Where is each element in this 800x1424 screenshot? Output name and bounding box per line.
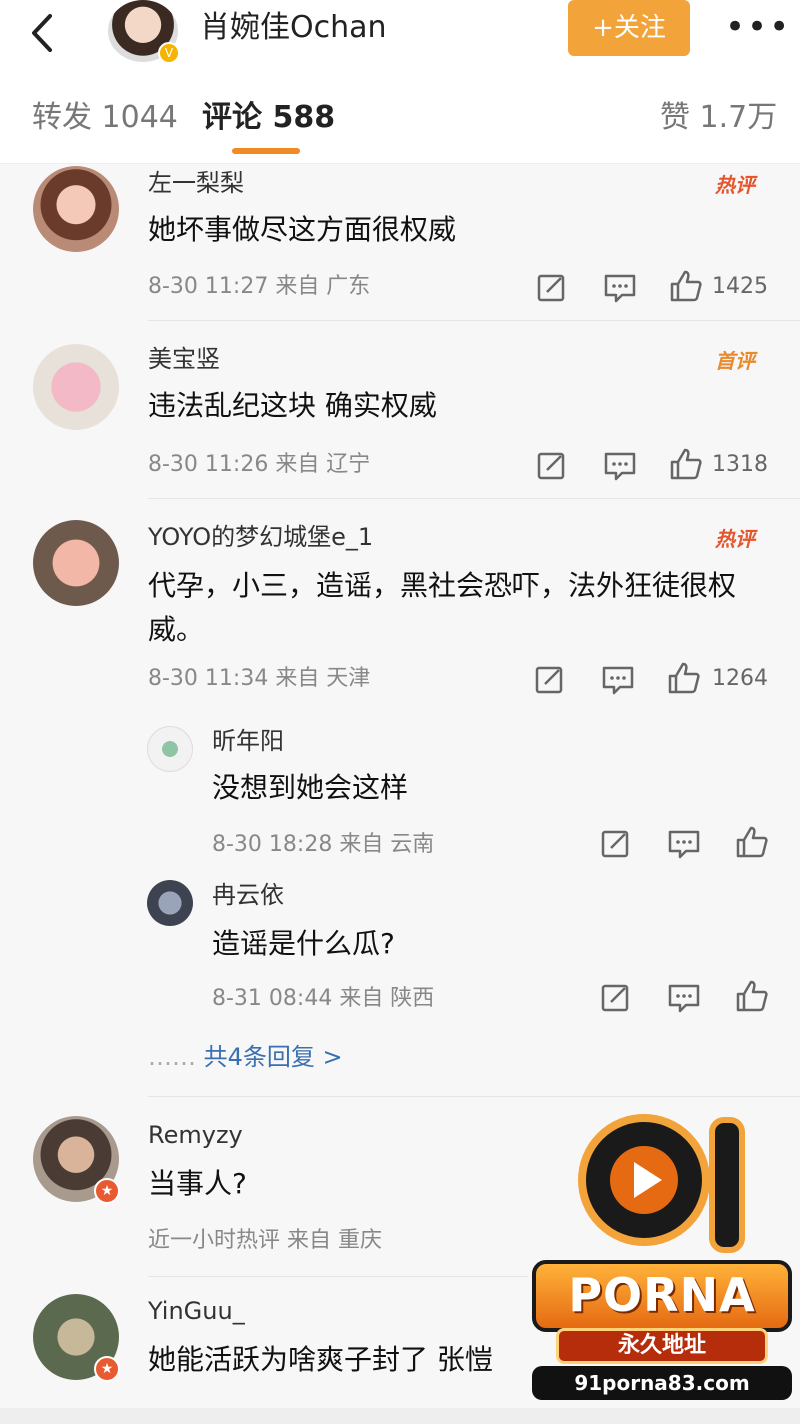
divider [148,1276,528,1277]
comment-meta: 8-30 11:27 来自 广东 [148,274,371,299]
tab-comments[interactable]: 评论 588 [202,96,335,140]
commenter-name[interactable]: 左一梨梨 [148,166,244,200]
like-icon[interactable] [668,446,704,482]
commenter-name[interactable]: YOYO的梦幻城堡e_1 [148,520,373,554]
like-count: 1425 [712,274,768,299]
repost-icon[interactable] [598,826,634,862]
like-icon[interactable] [668,268,704,304]
like-count: 1264 [712,666,768,691]
active-tab-indicator [232,148,300,154]
avatar[interactable] [33,166,119,252]
more-replies-link[interactable]: 共4条回复 > [204,1043,343,1071]
comment-text: 代孕，小三，造谣，黑社会恐吓，法外狂徒很权威。 [148,569,737,646]
fan-badge-icon: ★ [94,1356,120,1382]
like-icon[interactable] [734,978,770,1014]
commenter-name[interactable]: 美宝竖 [148,342,220,376]
stats-tabs: 转发 1044 评论 588 赞 1.7万 [0,72,800,164]
avatar[interactable] [33,344,119,430]
divider [148,498,800,499]
comment-item: 左一梨梨 热评 她坏事做尽这方面很权威 8-30 11:27 来自 广东 142… [0,160,800,320]
avatar[interactable] [147,726,193,772]
watermark-url: 91porna83.com [532,1366,792,1400]
reply-text: 造谣是什么瓜? [212,927,395,960]
like-icon[interactable] [666,660,702,696]
bottom-strip [0,1408,800,1424]
comment-text: 违法乱纪这块 确实权威 [148,389,437,422]
divider [148,1096,800,1097]
repost-icon[interactable] [532,662,568,698]
comment-text: 她坏事做尽这方面很权威 [148,213,457,246]
tab-likes[interactable]: 赞 1.7万 [660,96,777,140]
replier-name[interactable]: 昕年阳 [212,724,284,758]
avatar[interactable] [33,520,119,606]
comment-meta: 近一小时热评 来自 重庆 [148,1228,382,1253]
view-more-replies[interactable]: …… 共4条回复 > [148,1040,343,1074]
follow-button[interactable]: +关注 [568,0,690,56]
reply-icon[interactable] [600,662,636,698]
reply-item: 昕年阳 没想到她会这样 8-30 18:28 来自 云南 [0,722,800,872]
repost-icon[interactable] [534,270,570,306]
repost-icon[interactable] [534,448,570,484]
comment-meta: 8-30 11:34 来自 天津 [148,666,371,691]
replier-name[interactable]: 冉云依 [212,878,284,912]
author-name[interactable]: 肖婉佳Ochan [200,8,387,48]
fan-badge-icon: ★ [94,1178,120,1204]
top-bar: V 肖婉佳Ochan +关注 ••• [0,0,800,72]
avatar[interactable] [147,880,193,926]
reply-icon[interactable] [602,448,638,484]
comment-item: 美宝竖 首评 违法乱纪这块 确实权威 8-30 11:26 来自 辽宁 1318 [0,338,800,498]
verified-badge-icon: V [158,42,180,64]
watermark-logo: PORNA 永久地址 91porna83.com [532,1110,792,1400]
author-avatar[interactable]: V [108,0,180,64]
commenter-name[interactable]: Remyzy [148,1118,243,1152]
back-icon[interactable] [22,8,62,58]
more-dots: …… [148,1043,196,1071]
comment-item: YOYO的梦幻城堡e_1 热评 代孕，小三，造谣，黑社会恐吓，法外狂徒很权威。 … [0,516,800,716]
play-logo-icon [578,1114,745,1253]
reply-icon[interactable] [666,826,702,862]
tab-reposts[interactable]: 转发 1044 [32,96,178,140]
reply-icon[interactable] [602,270,638,306]
watermark-brand: PORNA [532,1260,792,1332]
reply-icon[interactable] [666,980,702,1016]
divider [148,320,800,321]
like-count: 1318 [712,452,768,477]
hot-comment-badge: 热评 [715,173,755,197]
commenter-name[interactable]: YinGuu_ [148,1294,245,1328]
reply-meta: 8-30 18:28 来自 云南 [212,832,435,857]
more-options-icon[interactable]: ••• [725,10,791,44]
reply-item: 冉云依 造谣是什么瓜? 8-31 08:44 来自 陕西 [0,876,800,1026]
reply-meta: 8-31 08:44 来自 陕西 [212,986,435,1011]
like-icon[interactable] [734,824,770,860]
reply-text: 没想到她会这样 [212,771,409,804]
hot-comment-badge: 热评 [715,527,755,551]
repost-icon[interactable] [598,980,634,1016]
watermark-tagline: 永久地址 [556,1328,768,1364]
first-comment-badge: 首评 [715,349,755,373]
comment-meta: 8-30 11:26 来自 辽宁 [148,452,371,477]
